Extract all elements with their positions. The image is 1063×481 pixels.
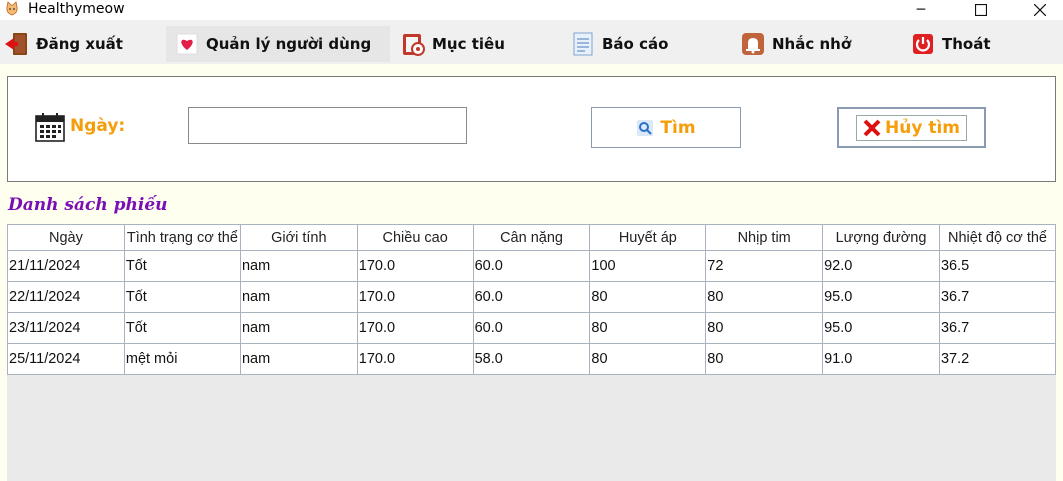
table-cell[interactable]: 60.0 [472,250,591,282]
close-button[interactable] [1017,0,1063,20]
table-cell[interactable]: 72 [705,250,824,282]
maximize-button[interactable] [958,0,1004,20]
minimize-button[interactable]: ─ [898,0,944,20]
table-cell[interactable]: 37.2 [938,343,1057,375]
table-cell[interactable]: 80 [705,343,824,375]
minimize-icon: ─ [916,2,926,18]
column-header[interactable]: Lượng đường [822,224,940,251]
table-row[interactable]: 23/11/2024 Tốt nam 170.0 60.0 80 80 95.0… [7,312,1057,344]
report-icon [570,31,596,57]
menu-label: Báo cáo [602,35,669,53]
table-cell[interactable]: 80 [589,343,707,375]
table-cell[interactable]: nam [239,281,358,313]
table-cell[interactable]: 170.0 [356,312,474,344]
table-row[interactable]: 22/11/2024 Tốt nam 170.0 60.0 80 80 95.0… [7,281,1057,313]
menu-label: Đăng xuất [36,35,123,53]
calendar-icon [35,113,65,142]
table-cell[interactable]: Tốt [123,250,241,282]
table-cell[interactable]: Tốt [123,281,241,313]
menu-label: Thoát [942,35,991,53]
table-cell[interactable]: 22/11/2024 [7,281,125,313]
table-cell[interactable]: 80 [705,312,824,344]
menu-bar: Đăng xuất Quản lý người dùng Mục tiêu Bá… [0,20,1063,64]
table-cell[interactable]: 100 [589,250,707,282]
table-cell[interactable]: Tốt [123,312,241,344]
title-bar: Healthymeow ─ [0,0,1063,20]
cancel-search-label: Hủy tìm [885,117,960,138]
date-input[interactable] [188,107,467,144]
date-label: Ngày: [70,116,126,136]
column-header[interactable]: Nhiệt độ cơ thể [938,224,1057,251]
cat-app-icon [6,1,18,16]
table-cell[interactable]: 92.0 [822,250,940,282]
records-table: Ngày Tình trạng cơ thể Giới tính Chiều c… [7,224,1057,375]
power-icon [910,31,936,57]
table-cell[interactable]: 21/11/2024 [7,250,125,282]
bell-icon [740,31,766,57]
column-header[interactable]: Huyết áp [589,224,707,251]
list-title: Danh sách phiếu [8,195,168,215]
cancel-search-button[interactable]: Hủy tìm [837,107,986,148]
table-row[interactable]: 21/11/2024 Tốt nam 170.0 60.0 100 72 92.… [7,250,1057,282]
table-cell[interactable]: 60.0 [472,312,591,344]
table-cell[interactable]: mệt mỏi [123,343,241,375]
close-icon [863,119,881,136]
menu-logout[interactable]: Đăng xuất [4,26,154,62]
menu-goals[interactable]: Mục tiêu [400,26,550,62]
table-cell[interactable]: 60.0 [472,281,591,313]
table-area: Ngày Tình trạng cơ thể Giới tính Chiều c… [7,224,1057,481]
table-cell[interactable]: 91.0 [822,343,940,375]
search-button[interactable]: Tìm [591,107,741,148]
menu-reports[interactable]: Báo cáo [570,26,720,62]
column-header[interactable]: Nhịp tim [705,224,824,251]
table-cell[interactable]: 170.0 [356,250,474,282]
menu-user-management[interactable]: Quản lý người dùng [166,26,390,62]
table-cell[interactable]: 170.0 [356,281,474,313]
table-cell[interactable]: 25/11/2024 [7,343,125,375]
column-header[interactable]: Tình trạng cơ thể [123,224,241,251]
column-header[interactable]: Chiều cao [356,224,474,251]
table-cell[interactable]: 80 [589,312,707,344]
table-cell[interactable]: 95.0 [822,281,940,313]
menu-label: Nhắc nhở [772,35,852,53]
table-cell[interactable]: 36.5 [938,250,1057,282]
table-cell[interactable]: nam [239,312,358,344]
table-cell[interactable]: 170.0 [356,343,474,375]
table-cell[interactable]: 58.0 [472,343,591,375]
table-row[interactable]: 25/11/2024 mệt mỏi nam 170.0 58.0 80 80 … [7,343,1057,375]
table-cell[interactable]: nam [239,250,358,282]
window-title: Healthymeow [28,1,125,17]
close-icon [1034,4,1046,16]
table-cell[interactable]: 36.7 [938,312,1057,344]
search-icon [637,119,654,136]
table-header-row: Ngày Tình trạng cơ thể Giới tính Chiều c… [7,224,1057,251]
table-cell[interactable]: 80 [705,281,824,313]
target-icon [400,31,426,57]
logout-icon [4,31,30,57]
table-cell[interactable]: nam [239,343,358,375]
table-cell[interactable]: 95.0 [822,312,940,344]
table-cell[interactable]: 36.7 [938,281,1057,313]
menu-reminders[interactable]: Nhắc nhở [740,26,890,62]
heart-icon [174,31,200,57]
column-header[interactable]: Giới tính [239,224,358,251]
table-cell[interactable]: 23/11/2024 [7,312,125,344]
menu-exit[interactable]: Thoát [910,26,1030,62]
menu-label: Mục tiêu [432,35,505,53]
menu-label: Quản lý người dùng [206,35,372,53]
column-header[interactable]: Cân nặng [472,224,591,251]
column-header[interactable]: Ngày [7,224,125,251]
search-button-label: Tìm [660,117,696,138]
maximize-icon [975,4,987,16]
table-cell[interactable]: 80 [589,281,707,313]
